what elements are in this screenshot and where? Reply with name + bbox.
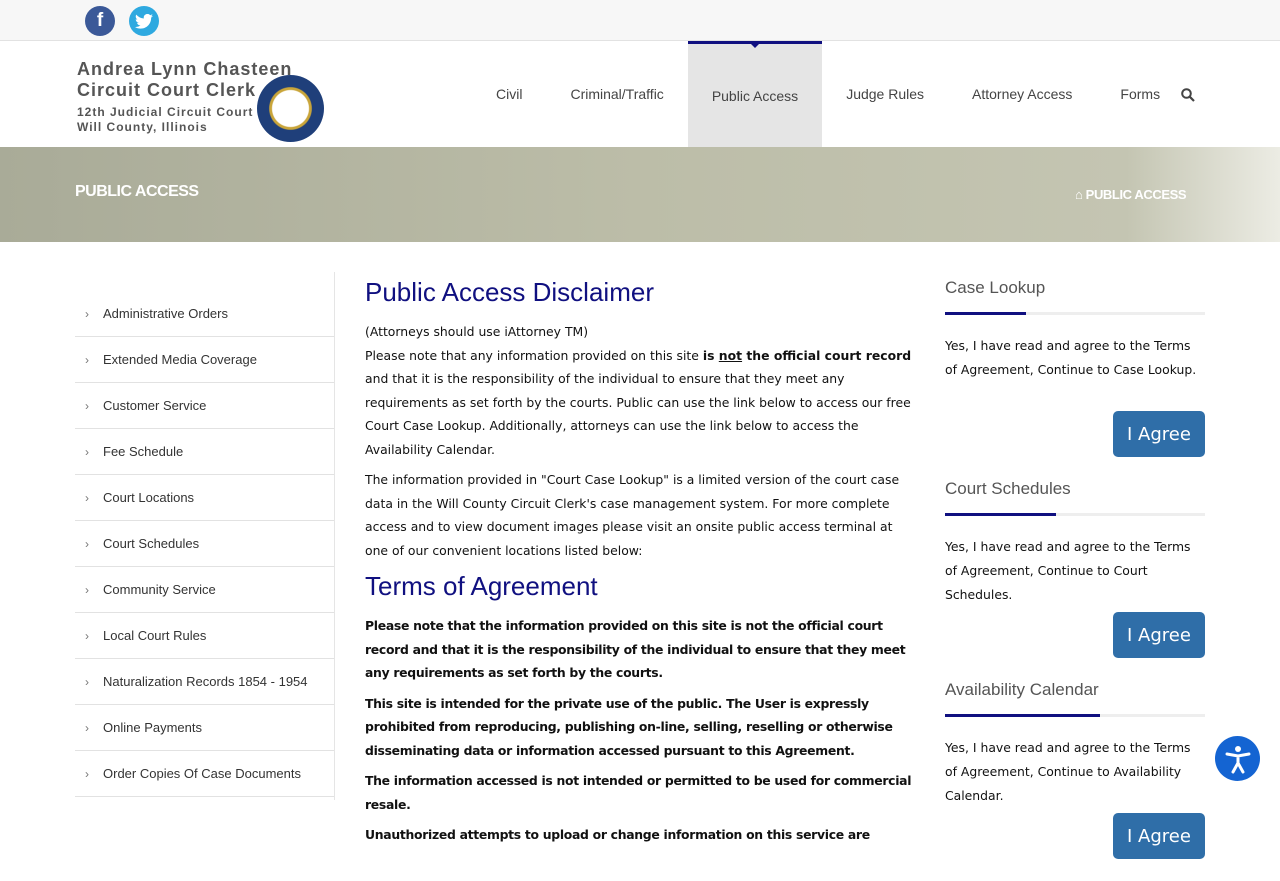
sidebar-item-label: Order Copies Of Case Documents	[103, 766, 301, 781]
divider	[945, 513, 1205, 516]
facebook-icon[interactable]: f	[85, 6, 115, 36]
sidebar-item-label: Customer Service	[103, 398, 207, 413]
chevron-right-icon: ›	[85, 766, 89, 781]
chevron-right-icon: ›	[85, 490, 89, 505]
sidebar: › Administrative Orders › Extended Media Co…	[75, 272, 335, 800]
sidebar-item-label: Extended Media Coverage	[103, 352, 257, 367]
i-agree-button[interactable]: I Agree	[1113, 612, 1205, 658]
sidebar-item-label: Administrative Orders	[103, 306, 228, 321]
right-sidebar: Case Lookup Yes, I have read and agree to…	[945, 278, 1205, 881]
widget-availability-calendar: Availability Calendar Yes, I have read an…	[945, 680, 1205, 881]
widget-court-schedules: Court Schedules Yes, I have read and agre…	[945, 479, 1205, 680]
widget-title: Availability Calendar	[945, 680, 1099, 699]
divider	[945, 714, 1205, 717]
twitter-icon[interactable]	[129, 6, 159, 36]
nav-forms[interactable]: Forms	[1096, 41, 1184, 147]
nav-civil[interactable]: Civil	[472, 41, 546, 147]
breadcrumb-current: PUBLIC ACCESS	[1085, 187, 1187, 202]
sidebar-item[interactable]: › Customer Service	[75, 383, 334, 429]
sidebar-item-label: Fee Schedule	[103, 444, 184, 459]
disclaimer-heading: Public Access Disclaimer	[365, 277, 654, 307]
sidebar-item-label: Naturalization Records 1854 - 1954	[103, 674, 308, 689]
chevron-right-icon: ›	[85, 444, 89, 459]
attorney-note: (Attorneys should use iAttorney TM)	[365, 324, 589, 339]
main-nav: Civil Criminal/Traffic Public Access Jud…	[472, 41, 1184, 147]
sidebar-item[interactable]: › Court Schedules	[75, 521, 334, 567]
home-icon[interactable]: ⌂	[1075, 187, 1083, 202]
accessibility-button[interactable]	[1215, 736, 1260, 781]
divider	[945, 312, 1205, 315]
nav-public-access[interactable]: Public Access	[687, 41, 823, 147]
widget-title: Court Schedules	[945, 479, 1071, 498]
main-content: Public Access Disclaimer (Attorneys shou…	[365, 276, 917, 854]
chevron-right-icon: ›	[85, 628, 89, 643]
chevron-right-icon: ›	[85, 674, 89, 689]
accessibility-icon	[1225, 745, 1250, 773]
sidebar-item-label: Local Court Rules	[103, 628, 207, 643]
widget-text: Yes, I have read and agree to the Terms …	[945, 539, 1191, 602]
sidebar-item-label: Court Locations	[103, 490, 195, 505]
search-icon[interactable]	[1181, 88, 1195, 102]
court-seal-logo	[257, 75, 324, 142]
page-banner: PUBLIC ACCESS ⌂ PUBLIC ACCESS	[0, 147, 1280, 242]
nav-attorney-access[interactable]: Attorney Access	[948, 41, 1096, 147]
chevron-right-icon: ›	[85, 306, 89, 321]
widget-text: Yes, I have read and agree to the Terms …	[945, 338, 1197, 377]
sidebar-item[interactable]: › Order Copies Of Case Documents	[75, 751, 334, 797]
disclaimer-paragraph: Please note that any information provide…	[365, 347, 912, 457]
sidebar-item[interactable]: › Online Payments	[75, 705, 334, 751]
terms-paragraph: Please note that the information provide…	[365, 618, 906, 680]
chevron-right-icon: ›	[85, 398, 89, 413]
terms-paragraph: This site is intended for the private us…	[365, 695, 893, 758]
sidebar-item-label: Community Service	[103, 582, 216, 597]
sidebar-item-label: Online Payments	[103, 720, 202, 735]
i-agree-button[interactable]: I Agree	[1113, 411, 1205, 457]
sidebar-item[interactable]: › Fee Schedule	[75, 429, 334, 475]
sidebar-item-label: Court Schedules	[103, 536, 200, 551]
top-bar: f	[0, 0, 1280, 41]
nav-criminal-traffic[interactable]: Criminal/Traffic	[546, 41, 687, 147]
sidebar-item[interactable]: › Extended Media Coverage	[75, 337, 334, 383]
chevron-right-icon: ›	[85, 536, 89, 551]
sidebar-item[interactable]: › Court Locations	[75, 475, 334, 521]
sidebar-item[interactable]: › Community Service	[75, 567, 334, 613]
widget-title: Case Lookup	[945, 278, 1046, 297]
nav-judge-rules[interactable]: Judge Rules	[822, 41, 948, 147]
terms-paragraph: Unauthorized attempts to upload or chang…	[365, 827, 870, 842]
chevron-right-icon: ›	[85, 582, 89, 597]
sidebar-item[interactable]: › Administrative Orders	[75, 272, 334, 337]
page-title: PUBLIC ACCESS	[75, 183, 199, 200]
i-agree-button[interactable]: I Agree	[1113, 813, 1205, 859]
terms-paragraph: The information accessed is not intended…	[365, 773, 912, 812]
terms-heading: Terms of Agreement	[365, 571, 598, 601]
chevron-right-icon: ›	[85, 720, 89, 735]
widget-text: Yes, I have read and agree to the Terms …	[945, 740, 1191, 803]
sidebar-item[interactable]: › Naturalization Records 1854 - 1954	[75, 659, 334, 705]
logo-name: Andrea Lynn Chasteen	[77, 59, 293, 79]
lookup-info-paragraph: The information provided in "Court Case …	[365, 472, 900, 558]
chevron-right-icon: ›	[85, 352, 89, 367]
sidebar-item[interactable]: › Local Court Rules	[75, 613, 334, 659]
breadcrumb: ⌂ PUBLIC ACCESS	[1075, 187, 1187, 202]
widget-case-lookup: Case Lookup Yes, I have read and agree to…	[945, 278, 1205, 479]
